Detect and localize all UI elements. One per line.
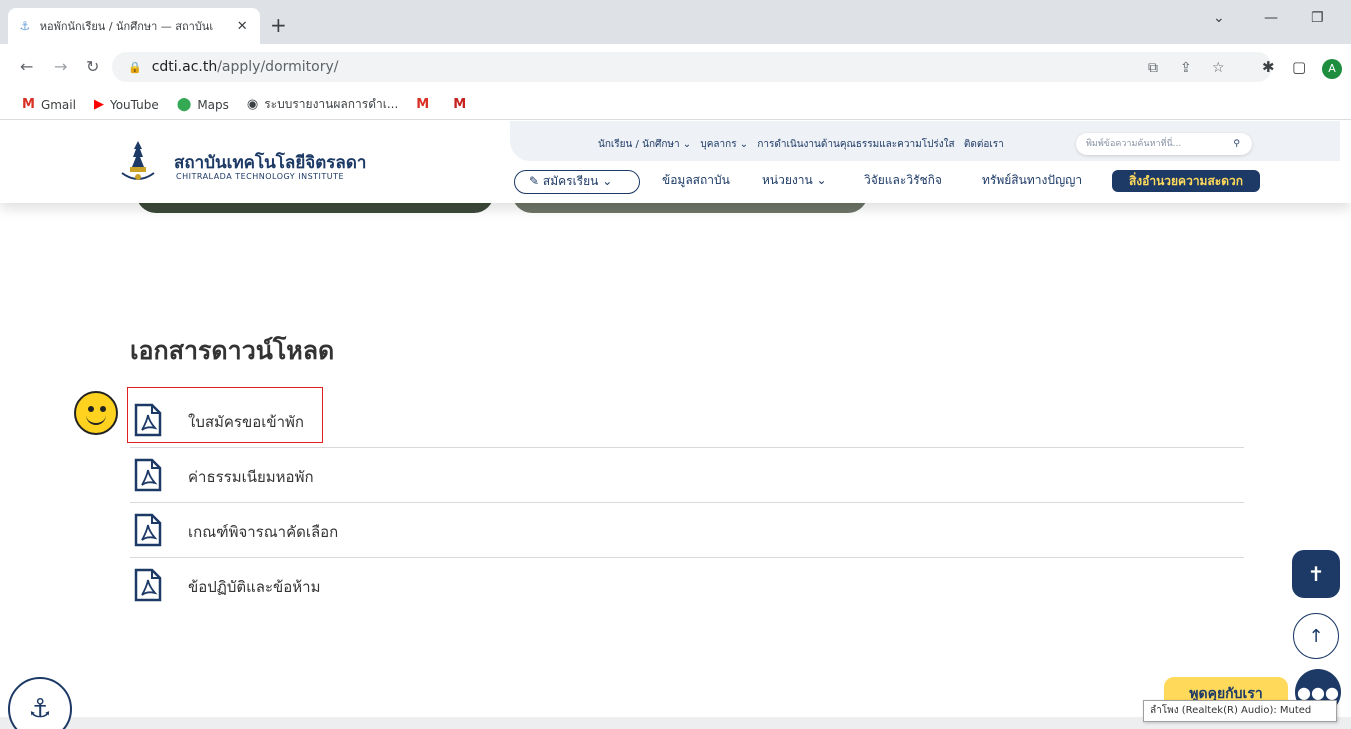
arrow-up-icon: ↑ — [1308, 625, 1324, 647]
browser-tab-bar: ⚓ หอพักนักเรียน / นักศึกษา — สถาบันเ ✕ +… — [0, 0, 1351, 44]
url-path: /apply/dormitory/ — [217, 59, 339, 75]
smiley-eye — [88, 406, 94, 412]
share-icon[interactable]: ⇪ — [1180, 60, 1192, 76]
url-host: cdti.ac.th — [151, 59, 218, 75]
apply-button[interactable]: ✎ สมัครเรียน ⌄ — [514, 170, 640, 194]
bookmark-youtube[interactable]: ▶ YouTube — [94, 97, 159, 112]
browser-toolbar: ← → ↻ 🔒 cdti.ac.th /apply/dormitory/ ⧉ ⇪… — [0, 44, 1351, 90]
maps-icon: ⬤ — [176, 97, 192, 112]
extensions-icon[interactable]: ✱ — [1262, 58, 1275, 76]
globe-icon: ◉ — [246, 97, 259, 112]
bookmark-label: Maps — [197, 97, 229, 112]
smiley-eye — [100, 406, 106, 412]
chat-bubble-icon: ●●● — [1297, 682, 1339, 702]
reload-icon[interactable]: ↻ — [86, 57, 99, 76]
bookmark-gmail[interactable]: M Gmail — [22, 97, 76, 112]
back-icon[interactable]: ← — [20, 57, 33, 76]
nav-about[interactable]: ข้อมูลสถาบัน — [662, 171, 730, 190]
scroll-to-top-button[interactable]: ↑ — [1293, 613, 1339, 659]
minimize-icon[interactable]: — — [1264, 10, 1278, 26]
translate-icon[interactable]: ⧉ — [1148, 60, 1158, 76]
pdf-icon — [134, 458, 162, 492]
download-label[interactable]: เกณฑ์พิจารณาคัดเลือก — [188, 520, 338, 544]
accessibility-button[interactable]: ✝ — [1292, 550, 1340, 598]
smiley-mouth — [86, 413, 106, 425]
gmail-icon: M — [416, 97, 430, 112]
institute-emblem-icon[interactable] — [116, 139, 160, 185]
tab-search-icon[interactable]: ⌄ — [1213, 10, 1225, 26]
nav-departments[interactable]: หน่วยงาน ⌄ — [762, 171, 827, 190]
bookmark-gmail-2[interactable]: M — [416, 97, 435, 112]
topnav-transparency[interactable]: การดำเนินงานด้านคุณธรรมและความโปร่งใส — [757, 139, 954, 150]
profile-avatar[interactable]: A — [1322, 59, 1342, 79]
pencil-icon: ✎ — [529, 174, 543, 188]
bookmark-gmail-3[interactable]: M — [453, 97, 472, 112]
selection-highlight — [127, 387, 323, 443]
top-nav: นักเรียน / นักศึกษา ⌄ บุคลากร ⌄ การดำเนิ… — [598, 137, 1010, 152]
topnav-staff[interactable]: บุคลากร ⌄ — [700, 139, 748, 150]
download-item[interactable]: ค่าธรรมเนียมหอพัก — [130, 448, 1244, 503]
downloads-title: เอกสารดาวน์โหลด — [130, 336, 335, 365]
bookmark-label: Gmail — [40, 97, 76, 112]
site-favicon-icon: ⚓ — [19, 19, 31, 33]
accessibility-icon: ✝ — [1307, 562, 1325, 586]
tab-title: หอพักนักเรียน / นักศึกษา — สถาบันเ — [39, 20, 214, 33]
gmail-icon: M — [22, 97, 35, 112]
chevron-down-icon: ⌄ — [598, 174, 613, 188]
site-header: สถาบันเทคโนโลยีจิตรลดา CHITRALADA TECHNO… — [0, 121, 1351, 203]
bookmarks-bar: M Gmail ▶ YouTube ⬤ Maps ◉ ระบบรายงานผลก… — [0, 90, 1351, 120]
pdf-icon — [134, 513, 162, 547]
restore-icon[interactable]: ❐ — [1311, 10, 1324, 26]
download-item[interactable]: ข้อปฏิบัติและข้อห้าม — [130, 558, 1244, 613]
institute-name-en[interactable]: CHITRALADA TECHNOLOGY INSTITUTE — [176, 172, 344, 181]
tab-close-icon[interactable]: ✕ — [234, 19, 250, 34]
topnav-students[interactable]: นักเรียน / นักศึกษา ⌄ — [598, 139, 691, 150]
gmail-icon: M — [453, 97, 467, 112]
nav-research[interactable]: วิจัยและวิรัชกิจ — [864, 171, 942, 190]
browser-tab[interactable]: ⚓ หอพักนักเรียน / นักศึกษา — สถาบันเ ✕ — [8, 8, 260, 44]
bookmark-label: ระบบรายงานผลการดำเ... — [264, 97, 399, 111]
download-label[interactable]: ข้อปฏิบัติและข้อห้าม — [188, 575, 321, 599]
footer-emblem-icon[interactable]: ⚓ — [8, 677, 72, 729]
topnav-contact[interactable]: ติดต่อเรา — [964, 139, 1004, 150]
new-tab-button[interactable]: + — [270, 14, 287, 36]
bookmark-star-icon[interactable]: ☆ — [1212, 60, 1225, 76]
side-panel-icon[interactable]: ▢ — [1292, 58, 1306, 76]
download-item[interactable]: เกณฑ์พิจารณาคัดเลือก — [130, 503, 1244, 558]
speaker-tooltip: ลำโพง (Realtek(R) Audio): Muted — [1143, 700, 1337, 722]
search-placeholder: พิมพ์ข้อความค้นหาที่นี่... — [1086, 139, 1182, 149]
address-bar[interactable]: 🔒 cdti.ac.th /apply/dormitory/ ⧉ ⇪ ☆ — [112, 52, 1272, 82]
bookmark-report[interactable]: ◉ ระบบรายงานผลการดำเ... — [247, 95, 398, 114]
bookmark-label: YouTube — [109, 97, 159, 112]
page-viewport: สถาบันเทคโนโลยีจิตรลดา CHITRALADA TECHNO… — [0, 121, 1351, 729]
youtube-icon: ▶ — [93, 97, 104, 112]
nav-ip[interactable]: ทรัพย์สินทางปัญญา — [982, 171, 1082, 190]
forward-icon[interactable]: → — [54, 57, 67, 76]
facility-button[interactable]: สิ่งอำนวยความสะดวก — [1112, 170, 1260, 192]
pdf-icon — [134, 568, 162, 602]
download-label[interactable]: ค่าธรรมเนียมหอพัก — [188, 465, 314, 489]
smiley-cursor-icon — [74, 391, 118, 435]
apply-label: สมัครเรียน — [542, 174, 599, 188]
site-search-input[interactable]: พิมพ์ข้อความค้นหาที่นี่... ⚲ — [1076, 133, 1252, 155]
bookmark-maps[interactable]: ⬤ Maps — [177, 97, 229, 112]
lock-icon[interactable]: 🔒 — [128, 61, 142, 74]
search-icon[interactable]: ⚲ — [1233, 133, 1240, 155]
